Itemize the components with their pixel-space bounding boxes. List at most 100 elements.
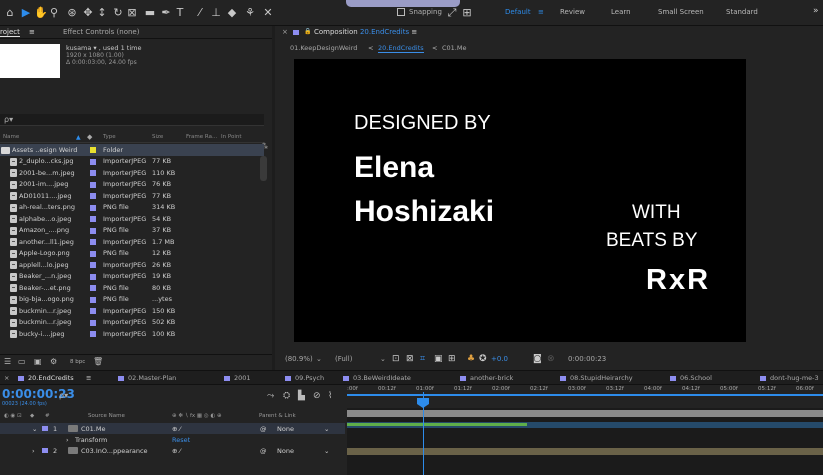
list-item[interactable]: Beaker_...n.jpeg ImporterJPEG 19 KB bbox=[0, 271, 264, 283]
project-search-input[interactable]: ρ▾ bbox=[0, 114, 264, 126]
item-color-label[interactable] bbox=[90, 239, 96, 246]
composition-menu-icon[interactable]: ≡ bbox=[411, 28, 417, 36]
parent-dropdown[interactable]: None bbox=[277, 447, 294, 455]
shy-layers-icon[interactable]: ▙ bbox=[298, 391, 305, 401]
workspace-default[interactable]: Default bbox=[505, 8, 531, 16]
brush-tool-icon[interactable]: ⁄ bbox=[194, 6, 206, 19]
transform-row[interactable]: › Transform Reset bbox=[0, 434, 345, 445]
snapping-checkbox[interactable] bbox=[397, 8, 405, 16]
graph-editor-icon[interactable]: ⌇ bbox=[328, 391, 332, 401]
interpret-footage-icon[interactable]: ☰ bbox=[4, 357, 11, 366]
folder-row[interactable]: Assets ..esign Weird Folder bbox=[0, 144, 264, 156]
mask-visibility-icon[interactable]: ⌗ bbox=[420, 354, 425, 364]
list-item[interactable]: buckmin...r.jpeg ImporterJPEG 502 KB bbox=[0, 317, 264, 329]
transform-label[interactable]: Transform bbox=[75, 436, 107, 444]
resolution-dropdown[interactable]: (Full) bbox=[335, 355, 352, 363]
draft-3d-icon[interactable]: ⛭ bbox=[283, 391, 290, 401]
workspace-review[interactable]: Review bbox=[560, 8, 585, 16]
workspace-learn[interactable]: Learn bbox=[611, 8, 631, 16]
chevron-right-icon[interactable]: › bbox=[32, 447, 35, 455]
item-color-label[interactable] bbox=[90, 216, 96, 223]
item-color-label[interactable] bbox=[90, 285, 96, 292]
chevron-right-icon[interactable]: › bbox=[66, 436, 69, 444]
timeline-search-icon[interactable]: ρ▾ bbox=[59, 391, 68, 400]
selection-tool-icon[interactable]: ▶ bbox=[20, 6, 32, 19]
list-item[interactable]: 2001-im....jpeg ImporterJPEG 76 KB bbox=[0, 179, 264, 191]
new-folder-icon[interactable]: ▭ bbox=[18, 357, 26, 366]
zoom-dropdown[interactable]: (80.9%) bbox=[285, 355, 313, 363]
list-item[interactable]: big-bja...ogo.png PNG file ...ytes bbox=[0, 294, 264, 306]
fast-preview-icon[interactable]: ⊡ bbox=[392, 354, 400, 364]
rotate-tool-icon[interactable]: ↻ bbox=[112, 6, 124, 19]
item-color-label[interactable] bbox=[90, 181, 96, 188]
chevron-down-icon[interactable]: ⌄ bbox=[316, 355, 322, 363]
work-area-bar[interactable] bbox=[347, 394, 823, 396]
column-type[interactable]: Type bbox=[103, 134, 116, 140]
list-item[interactable]: bucky-i....jpeg ImporterJPEG 100 KB bbox=[0, 328, 264, 340]
workspace-more-icon[interactable]: » bbox=[813, 6, 819, 16]
eraser-tool-icon[interactable]: ◆ bbox=[226, 6, 238, 19]
transparency-grid-icon[interactable]: ⊠ bbox=[406, 354, 414, 364]
rectangle-tool-icon[interactable]: ▬ bbox=[144, 6, 156, 19]
item-color-label[interactable] bbox=[90, 273, 96, 280]
item-color-label[interactable] bbox=[90, 262, 96, 269]
move-tool-icon[interactable]: ✥ bbox=[82, 6, 94, 19]
layer-number-column[interactable]: # bbox=[45, 413, 50, 419]
list-item[interactable]: applell...lo.jpeg ImporterJPEG 26 KB bbox=[0, 259, 264, 271]
comp-mini-flowchart-icon[interactable]: ⤳ bbox=[267, 391, 274, 401]
hand-tool-icon[interactable]: ✋ bbox=[34, 6, 48, 19]
layer-row[interactable]: ⌄ 1 C01.Me ⊕ ⁄ @ None ⌄ bbox=[0, 423, 345, 434]
timeline-tab[interactable]: dont-hug-me-3 bbox=[770, 374, 819, 382]
chevron-down-icon[interactable]: ⌄ bbox=[380, 355, 386, 363]
lock-icon[interactable]: 🔒 bbox=[304, 28, 311, 35]
project-scrollbar[interactable] bbox=[260, 156, 267, 181]
list-item[interactable]: AD01011....jpeg ImporterJPEG 77 KB bbox=[0, 190, 264, 202]
layer-switches[interactable]: ⊕ ⁄ bbox=[172, 447, 181, 455]
workspace-small-screen[interactable]: Small Screen bbox=[658, 8, 704, 16]
layer-switches-column[interactable]: ⊕ ✻ ∖ fx ▦ ◎ ◐ ⊕ bbox=[172, 413, 222, 419]
guides-icon[interactable]: ⊞ bbox=[448, 354, 456, 364]
item-color-label[interactable] bbox=[90, 170, 96, 177]
sort-ascending-icon[interactable]: ▲ bbox=[76, 134, 81, 141]
column-name[interactable]: Name bbox=[3, 134, 19, 140]
list-item[interactable]: ah-real...ters.png PNG file 314 KB bbox=[0, 202, 264, 214]
layer-duration-bar[interactable] bbox=[347, 448, 823, 455]
pen-tool-icon[interactable]: ✒ bbox=[160, 6, 172, 19]
new-composition-icon[interactable]: ▣ bbox=[34, 357, 42, 366]
timeline-tab[interactable]: 20.EndCredits bbox=[28, 374, 74, 382]
av-features-icon[interactable]: ◐ ◉ ⊡ bbox=[4, 413, 22, 419]
parent-pickwhip-icon[interactable]: @ bbox=[260, 425, 267, 433]
tab-project-menu-icon[interactable]: ≡ bbox=[29, 28, 35, 36]
delete-icon[interactable]: 🗑 bbox=[93, 357, 103, 366]
show-snapshot-icon[interactable]: ⊗ bbox=[547, 354, 555, 364]
orbit-tool-icon[interactable]: ⊛ bbox=[66, 6, 78, 19]
chevron-down-icon[interactable]: ⌄ bbox=[32, 425, 37, 433]
layer-name[interactable]: C01.Me bbox=[81, 425, 105, 433]
layer-row[interactable]: › 2 C03.InO...ppearance ⊕ ⁄ @ None ⌄ bbox=[0, 445, 345, 456]
list-item[interactable]: Amazon_....png PNG file 37 KB bbox=[0, 225, 264, 237]
breadcrumb-endcredits[interactable]: 20.EndCredits bbox=[378, 44, 424, 53]
composition-tab-title[interactable]: Composition 20.EndCredits ≡ bbox=[314, 28, 417, 36]
breadcrumb-c01-me[interactable]: C01.Me bbox=[442, 44, 466, 52]
close-panel-icon[interactable]: × bbox=[282, 28, 288, 36]
list-item[interactable]: buckmin...r.jpeg ImporterJPEG 150 KB bbox=[0, 305, 264, 317]
reset-transform-button[interactable]: Reset bbox=[172, 436, 190, 444]
column-size[interactable]: Size bbox=[152, 134, 163, 140]
item-color-label[interactable] bbox=[90, 308, 96, 315]
item-color-label[interactable] bbox=[90, 158, 96, 165]
list-item[interactable]: Beaker-...et.png PNG file 80 KB bbox=[0, 282, 264, 294]
tab-project[interactable]: roject bbox=[0, 28, 20, 37]
item-color-label[interactable] bbox=[90, 296, 96, 303]
zoom-tool-icon[interactable]: ⚲ bbox=[48, 6, 60, 19]
list-item[interactable]: another...ll1.jpeg ImporterJPEG 1.7 MB bbox=[0, 236, 264, 248]
region-of-interest-icon[interactable]: ▣ bbox=[434, 354, 443, 364]
exposure-value[interactable]: +0.0 bbox=[491, 355, 508, 363]
composition-viewer[interactable]: DESIGNED BY Elena Hoshizaki WITH BEATS B… bbox=[294, 59, 746, 342]
list-item[interactable]: 2_duplo...cks.jpg ImporterJPEG 77 KB bbox=[0, 156, 264, 168]
current-time-display[interactable]: 0:00:00:23 bbox=[568, 355, 606, 363]
item-color-label[interactable] bbox=[90, 319, 96, 326]
layer-name[interactable]: C03.InO...ppearance bbox=[81, 447, 148, 455]
timeline-tab[interactable]: 08.StupidHeirarchy bbox=[570, 374, 633, 382]
layer-duration-bar[interactable] bbox=[347, 410, 823, 417]
list-item[interactable]: 2001-be...m.jpeg ImporterJPEG 110 KB bbox=[0, 167, 264, 179]
